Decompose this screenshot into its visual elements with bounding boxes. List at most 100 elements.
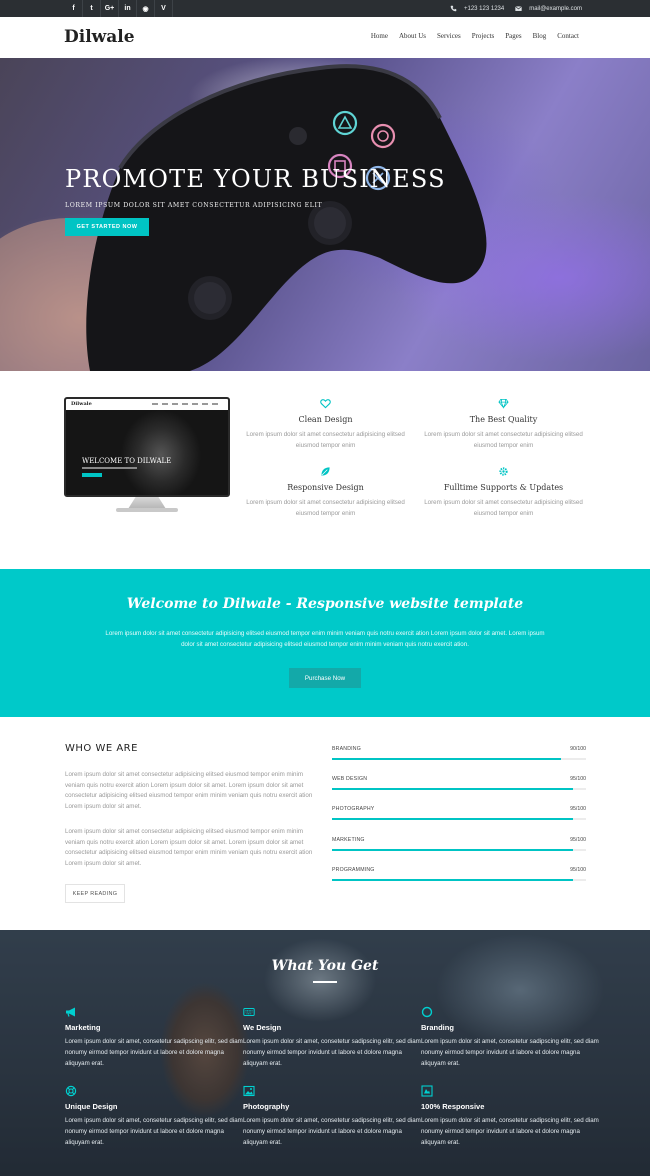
nav-item-about-us[interactable]: About Us: [399, 32, 426, 40]
skill-value: 95/100: [570, 867, 586, 873]
leaf-icon: [321, 467, 330, 476]
skill-fill: [332, 758, 561, 760]
mockup-navbar: Dilwale: [66, 399, 228, 410]
service-title: 100% Responsive: [421, 1102, 485, 1111]
get-started-button[interactable]: GET STARTED NOW: [65, 218, 149, 236]
service-title: Branding: [421, 1023, 454, 1032]
skill-value: 95/100: [570, 776, 586, 782]
skill-fill: [332, 879, 574, 881]
nav-item-services[interactable]: Services: [437, 32, 461, 40]
welcome-text: Lorem ipsum dolor sit amet consectetur a…: [105, 630, 545, 648]
life-ring-icon: [65, 1085, 77, 1097]
twitter-icon[interactable]: t: [83, 0, 101, 17]
feature-text: Lorem ipsum dolor sit amet consectetur a…: [424, 431, 583, 449]
skill-name: PROGRAMMING: [332, 867, 375, 873]
who-paragraph-2: Lorem ipsum dolor sit amet consectetur a…: [65, 828, 313, 867]
service-text: Lorem ipsum dolor sit amet, consetetur s…: [65, 1117, 243, 1146]
phone-number[interactable]: +123 123 1234: [464, 6, 504, 12]
feature-title: Fulltime Supports & Updates: [443, 483, 564, 492]
top-bar: f t G+ in ◉ V +123 123 1234 mail@example…: [0, 0, 650, 17]
mockup-menu: [152, 403, 222, 405]
purchase-now-button[interactable]: Purchase Now: [289, 668, 361, 688]
skill-web-design: WEB DESIGN 95/100: [332, 776, 586, 796]
vimeo-icon[interactable]: V: [155, 0, 173, 17]
main-menu: Home About Us Services Projects Pages Bl…: [371, 32, 579, 40]
service-title: Marketing: [65, 1023, 101, 1032]
skill-track: [332, 758, 586, 760]
service-text: Lorem ipsum dolor sit amet, consetetur s…: [243, 1038, 421, 1067]
skill-fill: [332, 818, 574, 820]
nav-item-blog[interactable]: Blog: [533, 32, 547, 40]
phone-icon: [449, 4, 458, 13]
service-text: Lorem ipsum dolor sit amet, consetetur s…: [421, 1038, 599, 1067]
monitor-base: [116, 508, 178, 512]
contact-info: +123 123 1234 mail@example.com: [449, 0, 582, 17]
skill-name: MARKETING: [332, 837, 365, 843]
feature-title: Responsive Design: [287, 483, 364, 492]
feature-title: The Best Quality: [469, 415, 538, 424]
image-icon: [243, 1085, 255, 1097]
service-responsive: 100% Responsive Lorem ipsum dolor sit am…: [421, 1085, 601, 1148]
monitor-mockup: Dilwale WELCOME TO DILWALE: [64, 397, 230, 513]
keyboard-icon: [243, 1008, 255, 1016]
skill-name: BRANDING: [332, 746, 361, 752]
linkedin-icon[interactable]: in: [119, 0, 137, 17]
dribbble-icon[interactable]: ◉: [137, 0, 155, 17]
service-we-design: We Design Lorem ipsum dolor sit amet, co…: [243, 1006, 423, 1069]
skill-track: [332, 818, 586, 820]
service-marketing: Marketing Lorem ipsum dolor sit amet, co…: [65, 1006, 245, 1069]
skill-fill: [332, 788, 574, 790]
facebook-icon[interactable]: f: [65, 0, 83, 17]
monitor-screen: Dilwale WELCOME TO DILWALE: [64, 397, 230, 497]
skill-track: [332, 879, 586, 881]
feature-clean-design: Clean Design Lorem ipsum dolor sit amet …: [243, 398, 408, 451]
service-text: Lorem ipsum dolor sit amet, consetetur s…: [243, 1117, 421, 1146]
feature-best-quality: The Best Quality Lorem ipsum dolor sit a…: [421, 398, 586, 451]
service-photography: Photography Lorem ipsum dolor sit amet, …: [243, 1085, 423, 1148]
service-text: Lorem ipsum dolor sit amet, consetetur s…: [421, 1117, 599, 1146]
who-paragraph-1: Lorem ipsum dolor sit amet consectetur a…: [65, 771, 313, 810]
nav-item-projects[interactable]: Projects: [472, 32, 495, 40]
nav-item-pages[interactable]: Pages: [505, 32, 521, 40]
service-unique-design: Unique Design Lorem ipsum dolor sit amet…: [65, 1085, 245, 1148]
skill-value: 95/100: [570, 806, 586, 812]
skill-track: [332, 849, 586, 851]
mockup-logo: Dilwale: [71, 401, 92, 407]
skill-name: PHOTOGRAPHY: [332, 806, 375, 812]
keep-reading-button[interactable]: KEEP READING: [65, 884, 125, 903]
skill-photography: PHOTOGRAPHY 95/100: [332, 806, 586, 826]
circle-icon: [421, 1006, 433, 1018]
skill-name: WEB DESIGN: [332, 776, 368, 782]
mockup-hero: WELCOME TO DILWALE: [66, 410, 228, 495]
mockup-title: WELCOME TO DILWALE: [82, 457, 172, 465]
mockup-button: [82, 473, 102, 477]
google-plus-icon[interactable]: G+: [101, 0, 119, 17]
nav-item-home[interactable]: Home: [371, 32, 388, 40]
feature-responsive-design: Responsive Design Lorem ipsum dolor sit …: [243, 466, 408, 519]
main-navbar: Dilwale Home About Us Services Projects …: [0, 17, 650, 58]
feature-fulltime-support: Fulltime Supports & Updates Lorem ipsum …: [421, 466, 586, 519]
service-text: Lorem ipsum dolor sit amet, consetetur s…: [65, 1038, 243, 1067]
feature-text: Lorem ipsum dolor sit amet consectetur a…: [246, 431, 405, 449]
gamepad-photo: [0, 64, 487, 371]
service-title: We Design: [243, 1023, 282, 1032]
site-logo[interactable]: Dilwale: [64, 27, 135, 47]
skill-track: [332, 788, 586, 790]
social-links: f t G+ in ◉ V: [65, 0, 173, 17]
envelope-icon: [514, 4, 523, 13]
megaphone-icon: [66, 1007, 75, 1017]
email-address[interactable]: mail@example.com: [529, 6, 582, 12]
get-title: What You Get: [271, 958, 379, 974]
who-we-are-section: WHO WE ARE Lorem ipsum dolor sit amet co…: [0, 717, 650, 930]
skill-value: 95/100: [570, 837, 586, 843]
heart-icon: [320, 399, 331, 409]
hero-title: PROMOTE YOUR BUSINESS: [65, 165, 446, 193]
feature-title: Clean Design: [298, 415, 353, 424]
feature-text: Lorem ipsum dolor sit amet consectetur a…: [246, 499, 405, 517]
service-title: Unique Design: [65, 1102, 118, 1111]
title-underline: [313, 981, 337, 983]
nav-item-contact[interactable]: Contact: [557, 32, 579, 40]
mockup-subtitle: [82, 467, 137, 469]
responsive-icon: [421, 1085, 433, 1097]
who-title: WHO WE ARE: [65, 743, 138, 754]
